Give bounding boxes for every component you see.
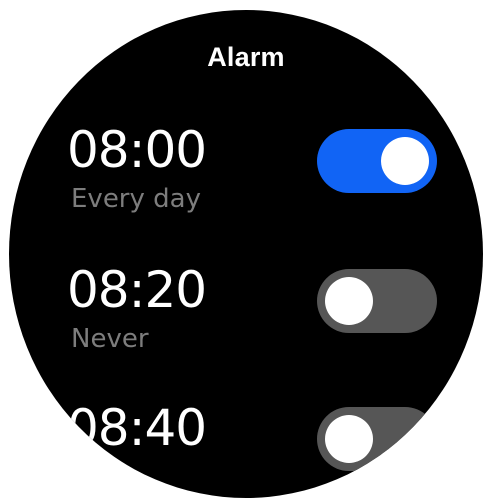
watch-screen: Alarm 08:00 Every day 08:20 Never 08:40 [9, 10, 483, 498]
alarm-toggle[interactable] [317, 129, 437, 193]
alarm-repeat: Every day [71, 184, 201, 214]
alarm-item[interactable]: 08:20 Never [9, 262, 483, 382]
alarm-item[interactable]: 08:00 Every day [9, 122, 483, 242]
toggle-knob [381, 137, 429, 185]
alarm-time: 08:20 [67, 261, 207, 319]
page-title: Alarm [207, 42, 285, 72]
alarm-item[interactable]: 08:40 [9, 400, 483, 498]
alarm-repeat: Never [71, 324, 149, 354]
alarm-time: 08:00 [67, 121, 207, 179]
toggle-knob [325, 277, 373, 325]
alarm-toggle[interactable] [317, 269, 437, 333]
toggle-knob [325, 415, 373, 463]
alarm-time: 08:40 [67, 399, 207, 457]
alarm-toggle[interactable] [317, 407, 437, 471]
